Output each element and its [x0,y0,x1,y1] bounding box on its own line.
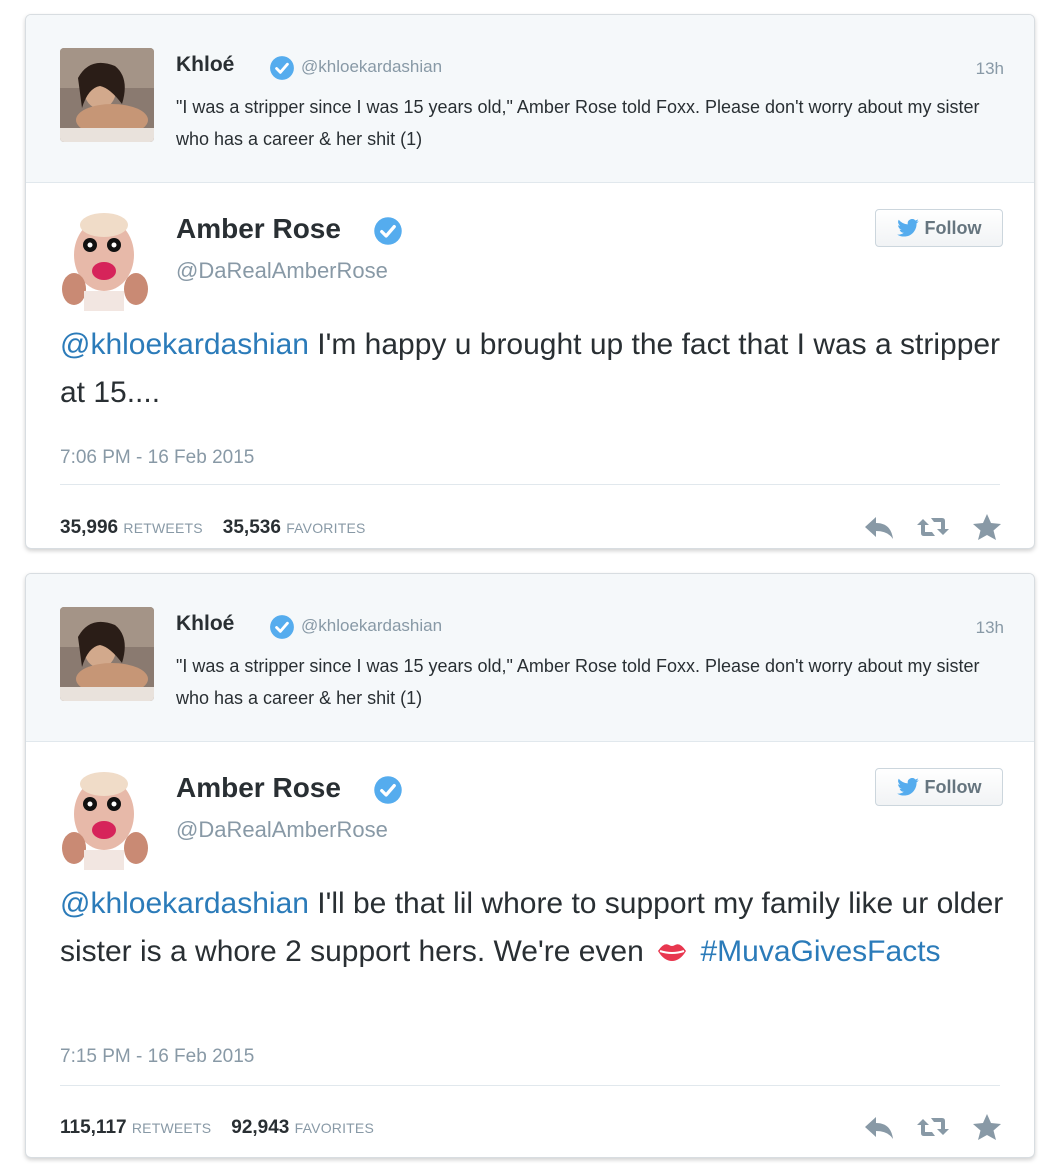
parent-tweet-text: "I was a stripper since I was 15 years o… [176,656,980,708]
favorite-count[interactable]: 35,536 FAVORITES [223,517,366,539]
favorite-star-icon[interactable] [970,513,1004,541]
tweet-timestamp[interactable]: 7:15 PM - 16 Feb 2015 [60,1046,254,1068]
retweet-count[interactable]: 35,996 RETWEETS [60,517,203,539]
parent-tweet[interactable]: Khloé @khloekardashian 13h "I was a stri… [26,574,1034,742]
divider [60,484,1000,485]
twitter-bird-icon [896,778,919,796]
favorite-label: FAVORITES [286,520,366,536]
main-tweet: Amber Rose @DaRealAmberRose Follow @khlo… [26,183,1034,548]
tweet-actions [862,513,1004,541]
follow-label: Follow [924,217,982,238]
parent-author-name[interactable]: Khloé [176,53,234,77]
divider [60,1085,1000,1086]
verified-badge-icon [269,55,295,86]
retweet-icon[interactable] [916,1113,950,1141]
verified-badge-icon [373,216,403,251]
khloe-avatar[interactable] [60,607,154,701]
tweet-timestamp[interactable]: 7:06 PM - 16 Feb 2015 [60,447,254,469]
verified-badge-icon [373,775,403,810]
parent-author-handle[interactable]: @khloekardashian [301,57,442,77]
tweet-stats: 35,996 RETWEETS 35,536 FAVORITES [60,517,366,539]
follow-button[interactable]: Follow [875,768,1003,806]
tweet-card: Khloé @khloekardashian 13h "I was a stri… [25,14,1035,549]
mention-link[interactable]: @khloekardashian [60,328,309,361]
reply-icon[interactable] [862,1113,896,1141]
retweet-label: RETWEETS [123,520,203,536]
parent-timestamp[interactable]: 13h [976,618,1004,638]
parent-tweet[interactable]: Khloé @khloekardashian 13h "I was a stri… [26,15,1034,183]
retweet-icon[interactable] [916,513,950,541]
hashtag-link[interactable]: #MuvaGivesFacts [700,935,940,968]
parent-timestamp[interactable]: 13h [976,59,1004,79]
favorite-number: 92,943 [231,1117,290,1138]
tweet-text: @khloekardashian I'm happy u brought up … [60,321,1010,417]
verified-badge-icon [269,614,295,645]
mention-link[interactable]: @khloekardashian [60,887,309,920]
main-author-name[interactable]: Amber Rose [176,772,341,804]
favorite-label: FAVORITES [294,1120,375,1136]
parent-author-name[interactable]: Khloé [176,612,234,636]
tweet-actions [862,1113,1004,1141]
main-author-handle[interactable]: @DaRealAmberRose [176,258,388,284]
reply-icon[interactable] [862,513,896,541]
tweet-card: Khloé @khloekardashian 13h "I was a stri… [25,573,1035,1158]
main-author-name[interactable]: Amber Rose [176,213,341,245]
favorite-count[interactable]: 92,943 FAVORITES [231,1117,374,1139]
parent-author-handle[interactable]: @khloekardashian [301,616,442,636]
amber-avatar[interactable] [56,766,160,870]
retweet-label: RETWEETS [131,1120,212,1136]
follow-button[interactable]: Follow [875,209,1003,247]
follow-label: Follow [924,776,982,797]
parent-tweet-text: "I was a stripper since I was 15 years o… [176,97,980,149]
main-author-handle[interactable]: @DaRealAmberRose [176,817,388,843]
amber-avatar[interactable] [56,207,160,311]
tweet-text: @khloekardashian I'll be that lil whore … [60,880,1010,978]
favorite-star-icon[interactable] [970,1113,1004,1141]
retweet-number: 115,117 [60,1117,127,1138]
main-tweet: Amber Rose @DaRealAmberRose Follow @khlo… [26,742,1034,1157]
khloe-avatar[interactable] [60,48,154,142]
retweet-count[interactable]: 115,117 RETWEETS [60,1117,211,1139]
twitter-bird-icon [896,219,919,237]
retweet-number: 35,996 [60,517,119,538]
kiss-lips-icon [656,930,688,978]
favorite-number: 35,536 [222,517,281,538]
tweet-stats: 115,117 RETWEETS 92,943 FAVORITES [60,1117,374,1139]
